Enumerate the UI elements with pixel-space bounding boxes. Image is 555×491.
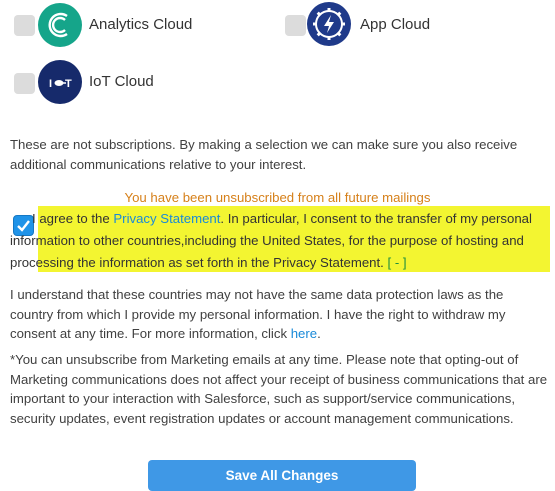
analytics-cloud-checkbox[interactable]: [14, 15, 35, 36]
consent-text: I agree to the Privacy Statement. In par…: [10, 208, 550, 274]
more-info-link[interactable]: here: [291, 326, 317, 341]
data-protection-text: I understand that these countries may no…: [10, 285, 550, 344]
iot-cloud-checkbox[interactable]: [14, 73, 35, 94]
analytics-cloud-label: Analytics Cloud: [89, 16, 193, 33]
privacy-statement-link[interactable]: Privacy Statement: [113, 211, 220, 226]
consent-text-part1: I agree to the: [32, 211, 114, 226]
unsubscribed-message: You have been unsubscribed from all futu…: [124, 190, 431, 205]
svg-text:T: T: [65, 78, 72, 90]
iot-cloud-icon: I T: [38, 60, 82, 104]
save-all-changes-button[interactable]: Save All Changes: [148, 460, 416, 491]
marketing-note: *You can unsubscribe from Marketing emai…: [10, 352, 548, 426]
data-protection-body: I understand that these countries may no…: [10, 287, 506, 341]
app-cloud-label: App Cloud: [360, 16, 431, 33]
app-cloud-checkbox[interactable]: [285, 15, 306, 36]
analytics-cloud-icon: [38, 3, 82, 47]
svg-text:I: I: [49, 78, 52, 90]
app-cloud-gear-icon: [307, 2, 351, 46]
collapse-toggle[interactable]: [ - ]: [388, 255, 407, 270]
iot-cloud-label: IoT Cloud: [89, 73, 154, 90]
data-protection-end: .: [317, 326, 321, 341]
interest-note: These are not subscriptions. By making a…: [10, 137, 518, 172]
